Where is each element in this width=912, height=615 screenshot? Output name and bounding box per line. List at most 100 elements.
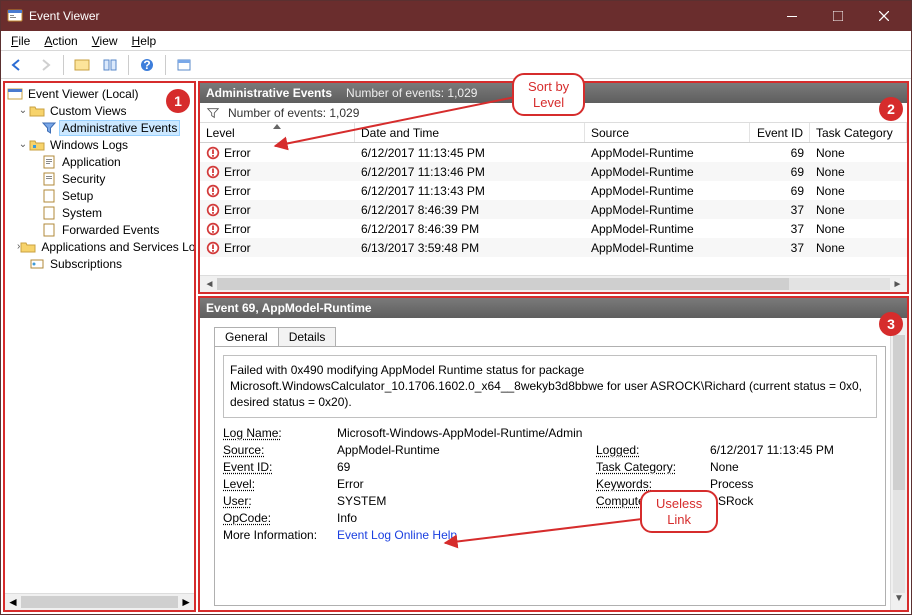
help-button[interactable]: ? [135, 54, 159, 76]
val-computer: ASRock [710, 494, 877, 508]
titlebar: Event Viewer [1, 1, 911, 31]
lbl-taskcat: Task Category: [596, 460, 706, 474]
lbl-eventid: Event ID: [223, 460, 333, 474]
close-button[interactable] [861, 1, 907, 31]
minimize-button[interactable] [769, 1, 815, 31]
tree-wl-application[interactable]: Application [7, 153, 194, 170]
detail-tabs: General Details [214, 324, 890, 346]
menu-action[interactable]: Action [38, 33, 83, 49]
scroll-thumb[interactable] [217, 278, 789, 290]
tree-subscriptions[interactable]: Subscriptions [7, 255, 194, 272]
filter-icon [41, 120, 57, 136]
back-button[interactable] [5, 54, 29, 76]
table-row[interactable]: Error6/12/2017 11:13:43 PMAppModel-Runti… [200, 181, 907, 200]
menu-help[interactable]: Help [126, 33, 163, 49]
tree[interactable]: Event Viewer (Local) ⌄ Custom Views Admi… [5, 83, 194, 593]
link-online-help[interactable]: Event Log Online Help [337, 528, 877, 542]
action-pane-button[interactable] [172, 54, 196, 76]
menu-file[interactable]: File [5, 33, 36, 49]
val-logged: 6/12/2017 11:13:45 PM [710, 443, 877, 457]
table-row[interactable]: Error6/12/2017 8:46:39 PMAppModel-Runtim… [200, 200, 907, 219]
detail-main: General Details Failed with 0x490 modify… [200, 318, 890, 610]
col-task[interactable]: Task Category [810, 123, 907, 142]
scroll-thumb[interactable] [893, 335, 905, 490]
val-keywords: Process [710, 477, 877, 491]
tree-apps-services[interactable]: › Applications and Services Logs [7, 238, 194, 255]
svg-text:?: ? [143, 58, 150, 72]
toolbar: ? [1, 51, 911, 79]
table-row[interactable]: Error6/12/2017 8:46:39 PMAppModel-Runtim… [200, 219, 907, 238]
scroll-thumb[interactable] [21, 596, 178, 608]
forward-button[interactable] [33, 54, 57, 76]
window-title: Event Viewer [29, 9, 769, 23]
tree-wl-security[interactable]: Security [7, 170, 194, 187]
tree-root[interactable]: Event Viewer (Local) [7, 85, 194, 102]
content: 1 Event Viewer (Local) ⌄ Custom Views Ad… [1, 79, 911, 614]
right-pane: Sort by Level 2 Administrative Events Nu… [198, 81, 909, 612]
tab-page-general: Failed with 0x490 modifying AppModel Run… [214, 346, 886, 606]
grid-h-scrollbar[interactable]: ◄ ► [200, 275, 907, 292]
detail-header-title: Event 69, AppModel-Runtime [206, 301, 372, 315]
table-row[interactable]: Error6/13/2017 3:59:48 PMAppModel-Runtim… [200, 238, 907, 257]
val-logname: Microsoft-Windows-AppModel-Runtime/Admin [337, 426, 877, 440]
val-level: Error [337, 477, 592, 491]
detail-header: Event 69, AppModel-Runtime [200, 298, 907, 318]
val-source: AppModel-Runtime [337, 443, 592, 457]
log-icon [41, 154, 57, 170]
scroll-down-icon[interactable]: ▼ [894, 593, 904, 608]
log-icon [41, 222, 57, 238]
event-list-panel: Sort by Level 2 Administrative Events Nu… [198, 81, 909, 294]
collapse-icon[interactable]: ⌄ [17, 105, 29, 116]
maximize-button[interactable] [815, 1, 861, 31]
scroll-left-icon[interactable]: ◄ [202, 279, 217, 290]
tree-wl-system[interactable]: System [7, 204, 194, 221]
menu-view[interactable]: View [86, 33, 124, 49]
val-opcode: Info [337, 511, 592, 525]
lbl-moreinfo: More Information: [223, 528, 333, 542]
tree-windows-logs[interactable]: ⌄ Windows Logs [7, 136, 194, 153]
filter-row: Number of events: 1,029 [200, 103, 907, 123]
scroll-left-icon[interactable]: ◄ [7, 595, 19, 609]
window: Event Viewer File Action View Help ? 1 E… [0, 0, 912, 615]
log-icon [41, 205, 57, 221]
filter-count: Number of events: 1,029 [228, 106, 359, 120]
col-eventid[interactable]: Event ID [750, 123, 810, 142]
properties-button[interactable] [98, 54, 122, 76]
tree-wl-forwarded[interactable]: Forwarded Events [7, 221, 194, 238]
lbl-keywords: Keywords: [596, 477, 706, 491]
collapse-icon[interactable]: ⌄ [17, 139, 29, 150]
log-icon [41, 171, 57, 187]
log-icon [41, 188, 57, 204]
list-header-count: Number of events: 1,029 [346, 86, 477, 100]
tree-custom-views[interactable]: ⌄ Custom Views [7, 102, 194, 119]
show-hide-tree-button[interactable] [70, 54, 94, 76]
val-user: SYSTEM [337, 494, 592, 508]
tree-h-scrollbar[interactable]: ◄ ► [5, 593, 194, 610]
scroll-right-icon[interactable]: ► [890, 279, 905, 290]
scroll-up-icon[interactable]: ▲ [894, 320, 904, 335]
lbl-user: User: [223, 494, 333, 508]
lbl-level: Level: [223, 477, 333, 491]
subscriptions-icon [29, 256, 45, 272]
col-level[interactable]: Level [200, 123, 355, 142]
col-source[interactable]: Source [585, 123, 750, 142]
detail-kv: Log Name: Microsoft-Windows-AppModel-Run… [223, 426, 877, 542]
detail-v-scrollbar[interactable]: ▲ ▼ [890, 318, 907, 610]
folder-icon [29, 137, 45, 153]
grid-body[interactable]: Error6/12/2017 11:13:45 PMAppModel-Runti… [200, 143, 907, 275]
lbl-opcode: OpCode: [223, 511, 333, 525]
tree-wl-setup[interactable]: Setup [7, 187, 194, 204]
table-row[interactable]: Error6/12/2017 11:13:46 PMAppModel-Runti… [200, 162, 907, 181]
scroll-right-icon[interactable]: ► [180, 595, 192, 609]
eventviewer-icon [7, 86, 23, 102]
val-taskcat: None [710, 460, 877, 474]
table-row[interactable]: Error6/12/2017 11:13:45 PMAppModel-Runti… [200, 143, 907, 162]
tree-pane: 1 Event Viewer (Local) ⌄ Custom Views Ad… [3, 81, 196, 612]
tab-general[interactable]: General [214, 327, 279, 346]
app-icon [7, 8, 23, 24]
lbl-computer: Computer: [596, 494, 706, 508]
event-detail-panel: Useless Link 3 Event 69, AppModel-Runtim… [198, 296, 909, 612]
tree-admin-events[interactable]: Administrative Events [7, 119, 194, 136]
tab-details[interactable]: Details [278, 327, 337, 346]
col-date[interactable]: Date and Time [355, 123, 585, 142]
